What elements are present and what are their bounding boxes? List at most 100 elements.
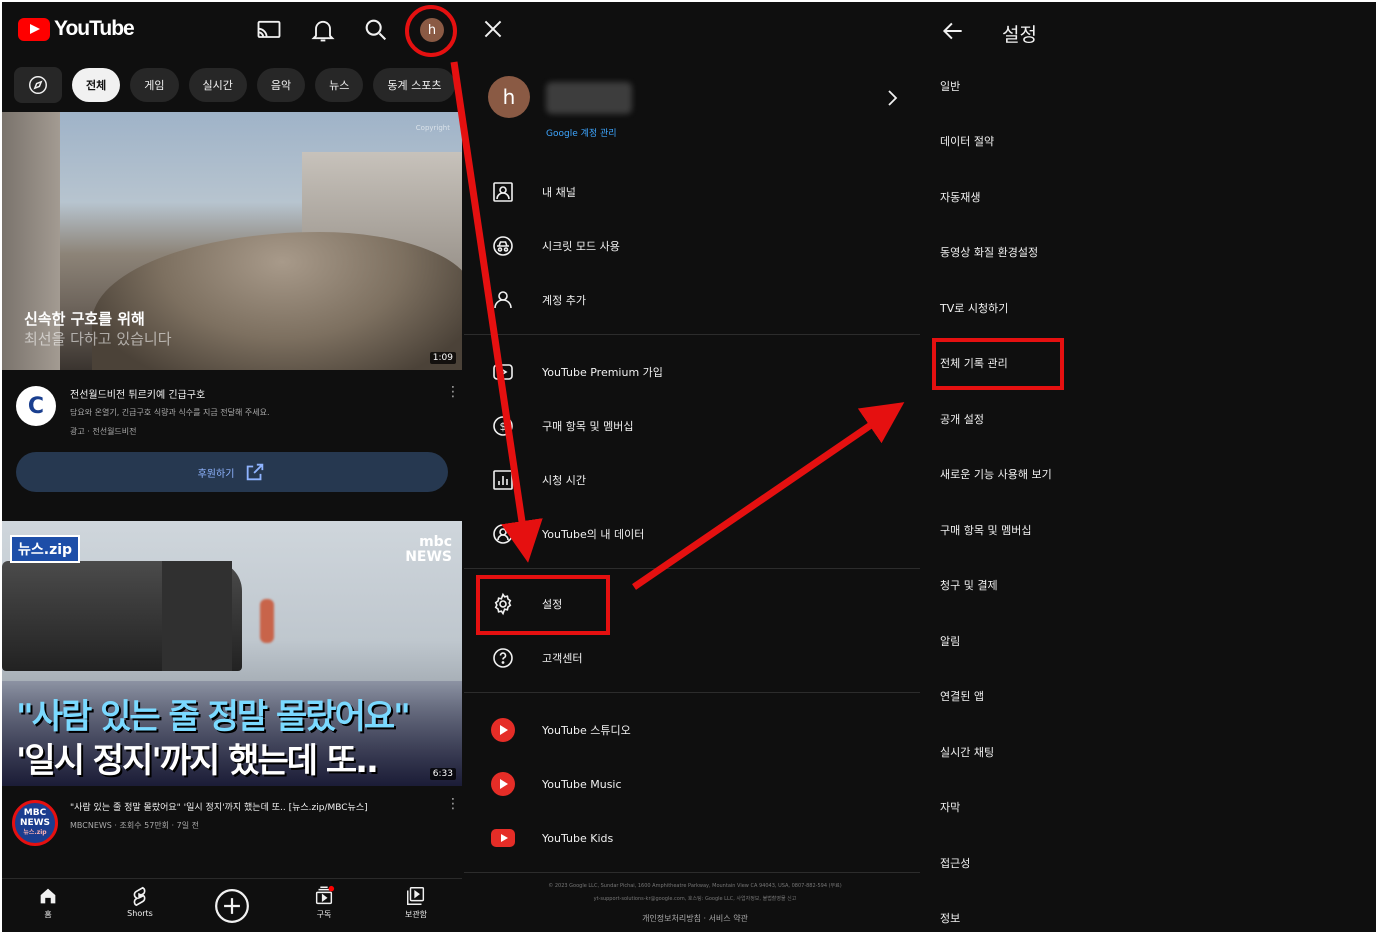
settings-item-connected-apps[interactable]: 연결된 앱 [940, 688, 984, 704]
thumb-person [260, 599, 274, 643]
your-data-icon [490, 521, 516, 547]
menu-item-label: 내 채널 [542, 186, 576, 199]
create-plus-icon [215, 889, 249, 923]
menu-item-studio[interactable]: YouTube 스튜디오 [464, 710, 920, 750]
settings-item-accessibility[interactable]: 접근성 [940, 855, 970, 871]
chip-winter-sports[interactable]: 동계 스포츠 [373, 68, 456, 102]
menu-item-label: YouTube Music [542, 777, 622, 791]
divider [464, 692, 920, 693]
nav-home-label: 홈 [44, 910, 52, 919]
chip-all[interactable]: 전체 [72, 68, 121, 102]
ad-description: 담요와 온열기, 긴급구호 식량과 식수를 지금 전달해 주세요. [70, 408, 270, 417]
settings-item-captions[interactable]: 자막 [940, 799, 960, 815]
screenshot-composite: YouTube h 전체 게임 실시간 음악 뉴스 동계 스포츠 Copyrig… [2, 2, 1376, 932]
ad-meta: 광고 · 전선월드비전 [70, 427, 137, 436]
ad-info-row[interactable]: C 전선월드비전 튀르키예 긴급구호 담요와 온열기, 긴급구호 식량과 식수를… [2, 374, 462, 444]
search-icon[interactable] [362, 16, 390, 44]
nav-library[interactable]: 보관함 [386, 885, 446, 920]
video-duration: 6:33 [429, 768, 456, 780]
thumb-truck-cab [162, 561, 232, 671]
menu-item-kids[interactable]: YouTube Kids [464, 818, 920, 858]
settings-item-watch-on-tv[interactable]: TV로 시청하기 [940, 300, 1008, 316]
music-icon [490, 771, 516, 797]
advertiser-logo: C [16, 386, 56, 426]
thumb-rubble [92, 232, 462, 370]
menu-item-time-watched[interactable]: 시청 시간 [464, 460, 920, 500]
settings-panel: 설정 일반 데이터 절약 자동재생 동영상 화질 환경설정 TV로 시청하기 전… [920, 2, 1376, 932]
settings-item-about[interactable]: 정보 [940, 910, 960, 926]
video-title: "사람 있는 줄 정말 몰랐어요" '일시 정지'까지 했는데 또.. [뉴스.… [70, 803, 368, 813]
menu-item-label: 구매 항목 및 멤버십 [542, 420, 634, 433]
donate-cta-button[interactable]: 후원하기 [16, 452, 448, 492]
video-meta: MBCNEWS · 조회수 57만회 · 7일 전 [70, 821, 199, 830]
menu-item-premium[interactable]: YouTube Premium 가입 [464, 352, 920, 392]
settings-item-privacy[interactable]: 공개 설정 [940, 411, 984, 427]
channel-avatar[interactable]: MBC NEWS 뉴스.zip [12, 800, 58, 846]
logo-wordmark: YouTube [54, 17, 135, 40]
subscriptions-icon [315, 885, 335, 905]
cta-label: 후원하기 [197, 468, 235, 480]
home-feed-panel: YouTube h 전체 게임 실시간 음악 뉴스 동계 스포츠 Copyrig… [2, 2, 462, 932]
kids-icon [490, 825, 516, 851]
notifications-bell-icon[interactable] [309, 16, 337, 44]
video-info-row[interactable]: MBC NEWS 뉴스.zip "사람 있는 줄 정말 몰랐어요" '일시 정지'까… [2, 792, 462, 862]
youtube-play-icon [18, 17, 50, 41]
chip-gaming[interactable]: 게임 [130, 68, 179, 102]
menu-item-label: YouTube의 내 데이터 [542, 528, 645, 541]
menu-item-help[interactable]: 고객센터 [464, 638, 920, 678]
chip-music[interactable]: 음악 [256, 68, 306, 102]
divider [464, 568, 920, 569]
channel-avatar-line3: 뉴스.zip [23, 829, 47, 836]
cast-icon[interactable] [255, 16, 283, 44]
bottom-navigation: 홈 Shorts 구독 보관함 [2, 878, 462, 932]
settings-item-autoplay[interactable]: 자동재생 [940, 189, 980, 205]
menu-item-incognito[interactable]: 시크릿 모드 사용 [464, 226, 920, 266]
settings-item-notifications[interactable]: 알림 [940, 633, 960, 649]
menu-item-add-account[interactable]: 계정 추가 [464, 280, 920, 320]
menu-item-label: 계정 추가 [542, 294, 586, 307]
chip-live[interactable]: 실시간 [188, 68, 247, 102]
footer-links[interactable]: 개인정보처리방침 · 서비스 약관 [482, 913, 908, 924]
nav-create[interactable] [202, 887, 262, 927]
channel-icon [490, 179, 516, 205]
settings-item-purchases[interactable]: 구매 항목 및 멤버십 [940, 522, 1031, 538]
menu-item-label: YouTube 스튜디오 [542, 724, 631, 737]
top-app-bar: YouTube h [2, 2, 462, 58]
more-options-icon[interactable]: ⋮ [446, 385, 460, 406]
video-duration: 1:09 [429, 352, 456, 364]
menu-item-label: YouTube Premium 가입 [542, 366, 663, 379]
chip-news[interactable]: 뉴스 [315, 68, 364, 102]
settings-item-data-saving[interactable]: 데이터 절약 [940, 133, 994, 149]
footer-legal-line2: yt-support-solutions-kr@google.com, 호스팅:… [593, 896, 797, 902]
back-arrow-icon[interactable] [940, 18, 966, 48]
video-thumbnail-news[interactable]: 뉴스.zip mbc NEWS "사람 있는 줄 정말 몰랐어요" '일시 정지'… [2, 521, 462, 786]
settings-item-live-chat[interactable]: 실시간 채팅 [940, 744, 994, 760]
menu-item-purchases[interactable]: $ 구매 항목 및 멤버십 [464, 406, 920, 446]
chevron-right-icon[interactable] [884, 88, 900, 112]
settings-item-billing[interactable]: 청구 및 결제 [940, 577, 998, 593]
nav-subscriptions-label: 구독 [316, 910, 332, 919]
youtube-logo[interactable]: YouTube [18, 17, 135, 41]
nav-shorts[interactable]: Shorts [110, 885, 170, 918]
menu-item-your-data[interactable]: YouTube의 내 데이터 [464, 514, 920, 554]
nav-shorts-label: Shorts [127, 909, 153, 918]
menu-item-label: 시청 시간 [542, 474, 586, 487]
video-thumbnail-ad[interactable]: Copyright 신속한 구호를 위해 최선을 다하고 있습니다 1:09 [2, 112, 462, 370]
news-zip-badge: 뉴스.zip [10, 535, 81, 563]
nav-subscriptions[interactable]: 구독 [294, 885, 354, 920]
category-chips: 전체 게임 실시간 음악 뉴스 동계 스포츠 [14, 65, 462, 105]
settings-item-general[interactable]: 일반 [940, 78, 960, 94]
shorts-icon [133, 886, 146, 907]
menu-item-music[interactable]: YouTube Music [464, 764, 920, 804]
mbc-logo-line1: mbc [419, 534, 452, 550]
menu-item-my-channel[interactable]: 내 채널 [464, 172, 920, 212]
settings-item-video-quality[interactable]: 동영상 화질 환경설정 [940, 244, 1038, 260]
menu-item-label: 고객센터 [542, 652, 583, 665]
channel-avatar-line1: MBC [23, 808, 47, 818]
more-options-icon[interactable]: ⋮ [446, 797, 460, 818]
explore-compass-icon[interactable] [14, 67, 62, 103]
settings-item-try-new-features[interactable]: 새로운 기능 사용해 보기 [940, 466, 1052, 482]
manage-google-account-link[interactable]: Google 계정 관리 [546, 126, 617, 139]
nav-home[interactable]: 홈 [18, 885, 78, 920]
close-icon[interactable] [480, 16, 506, 46]
